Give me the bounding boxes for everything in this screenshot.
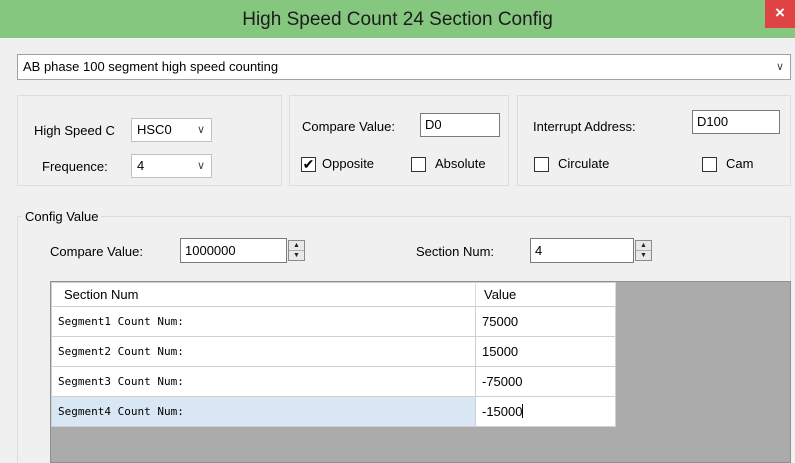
close-button[interactable]: ×	[765, 0, 795, 28]
interrupt-group: Interrupt Address: D100 Circulate Cam	[517, 95, 791, 186]
table-header-row: Section Num Value	[51, 282, 616, 307]
segment-name-cell: Segment2 Count Num:	[51, 336, 476, 367]
cam-checkbox[interactable]	[702, 157, 717, 172]
spin-down-icon[interactable]: ▼	[636, 251, 651, 260]
section-num-input[interactable]: 4	[530, 238, 634, 263]
segment-value-text: -15000	[482, 404, 523, 419]
chevron-down-icon: ∨	[775, 61, 784, 73]
column-header-value[interactable]: Value	[475, 282, 616, 307]
absolute-label: Absolute	[435, 156, 486, 171]
config-compare-value-input[interactable]: 1000000	[180, 238, 287, 263]
high-speed-counter-select[interactable]: HSC0 ∨	[131, 118, 212, 142]
spin-up-icon[interactable]: ▲	[636, 241, 651, 251]
window-title: High Speed Count 24 Section Config	[242, 9, 553, 30]
segment-grid: Section Num Value Segment1 Count Num: 75…	[50, 281, 791, 463]
section-num-spinner[interactable]: ▲ ▼	[635, 240, 652, 261]
segment-value-cell[interactable]: 15000	[475, 336, 616, 367]
high-speed-counter-value: HSC0	[137, 122, 172, 137]
spin-down-icon[interactable]: ▼	[289, 251, 304, 260]
segment-name-cell: Segment3 Count Num:	[51, 366, 476, 397]
opposite-label: Opposite	[322, 156, 375, 171]
segment-name-cell: Segment4 Count Num:	[51, 396, 476, 427]
section-num-label: Section Num:	[416, 244, 495, 259]
interrupt-address-label: Interrupt Address:	[533, 119, 636, 134]
circulate-label: Circulate	[558, 156, 610, 171]
spin-up-icon[interactable]: ▲	[289, 241, 304, 251]
mode-select-value: AB phase 100 segment high speed counting	[23, 59, 279, 74]
column-header-section-num[interactable]: Section Num	[51, 282, 476, 307]
high-speed-counter-label: High Speed C	[34, 123, 115, 138]
absolute-checkbox[interactable]	[411, 157, 426, 172]
segment-value-editor[interactable]: -15000	[475, 396, 616, 427]
check-icon: ✔	[302, 156, 315, 172]
cam-label: Cam	[726, 156, 754, 171]
segment-value-cell[interactable]: 75000	[475, 306, 616, 337]
text-caret	[522, 404, 524, 418]
interrupt-address-input[interactable]: D100	[692, 110, 780, 134]
compare-value-input[interactable]: D0	[420, 113, 500, 137]
segment-value-cell[interactable]: -75000	[475, 366, 616, 397]
table-row[interactable]: Segment1 Count Num: 75000	[51, 306, 616, 337]
frequence-value: 4	[137, 158, 145, 173]
config-value-title: Config Value	[22, 209, 102, 225]
compare-value-label: Compare Value:	[302, 119, 395, 134]
chevron-down-icon: ∨	[196, 160, 205, 172]
table-row[interactable]: Segment2 Count Num: 15000	[51, 336, 616, 367]
title-bar: High Speed Count 24 Section Config ×	[0, 0, 795, 38]
dialog-body: AB phase 100 segment high speed counting…	[8, 38, 795, 463]
opposite-checkbox[interactable]: ✔	[301, 157, 316, 172]
mode-select[interactable]: AB phase 100 segment high speed counting…	[17, 54, 791, 80]
config-compare-value-label: Compare Value:	[50, 244, 143, 259]
chevron-down-icon: ∨	[196, 124, 205, 136]
table-row[interactable]: Segment3 Count Num: -75000	[51, 366, 616, 397]
counter-group: High Speed C HSC0 ∨ Frequence: 4 ∨	[17, 95, 282, 186]
circulate-checkbox[interactable]	[534, 157, 549, 172]
table-row-selected[interactable]: Segment4 Count Num: -15000	[51, 396, 616, 427]
compare-value-spinner[interactable]: ▲ ▼	[288, 240, 305, 261]
segment-name-cell: Segment1 Count Num:	[51, 306, 476, 337]
close-icon: ×	[775, 3, 785, 22]
frequence-select[interactable]: 4 ∨	[131, 154, 212, 178]
segment-table: Section Num Value Segment1 Count Num: 75…	[51, 282, 616, 427]
frequence-label: Frequence:	[42, 159, 108, 174]
compare-group: Compare Value: D0 ✔ Opposite Absolute	[289, 95, 509, 186]
